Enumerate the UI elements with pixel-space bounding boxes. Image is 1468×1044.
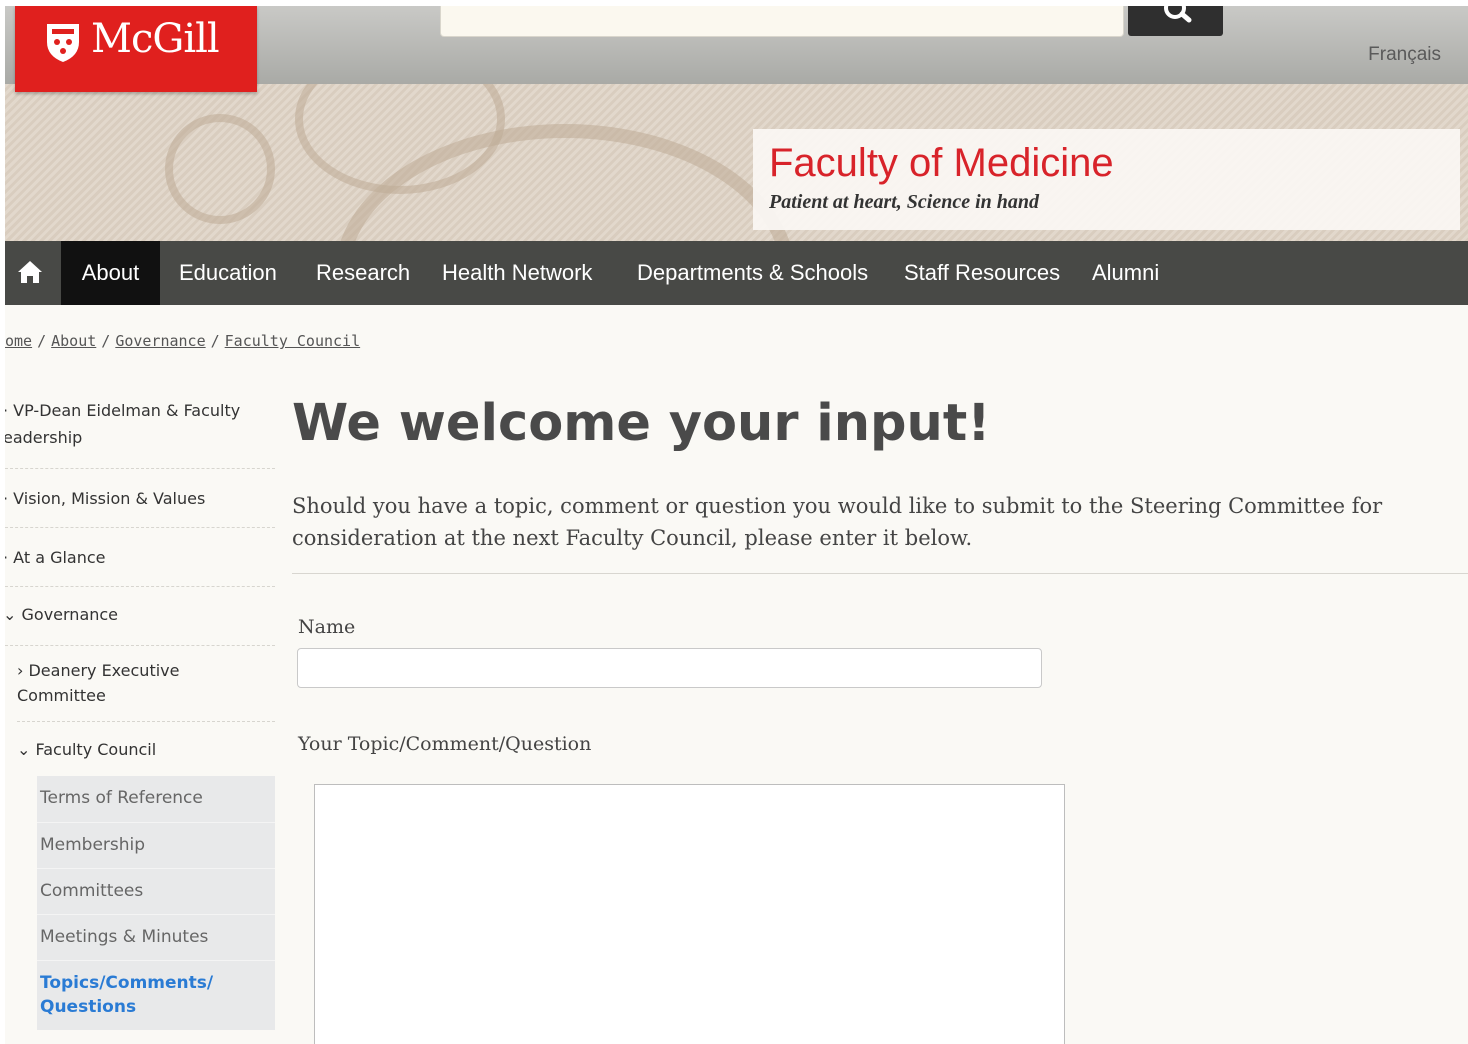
breadcrumb: ome / About / Governance / Faculty Council — [5, 332, 361, 350]
page: Français Faculty of Medicine Patient at … — [5, 6, 1468, 1044]
sidebar-item-label: · At a Glance — [5, 548, 106, 567]
sidebar-item-vp-dean[interactable]: · VP-Dean Eidelman & Faculty eadership — [5, 396, 275, 469]
sidebar-item-vision[interactable]: · Vision, Mission & Values — [5, 469, 275, 528]
search-icon — [1164, 6, 1192, 23]
topic-label: Your Topic/Comment/Question — [298, 733, 592, 755]
nav-item-research[interactable]: Research — [316, 241, 410, 305]
faculty-header-box: Faculty of Medicine Patient at heart, Sc… — [753, 129, 1460, 230]
nav-item-education[interactable]: Education — [179, 241, 277, 305]
nav-item-alumni[interactable]: Alumni — [1092, 241, 1159, 305]
home-icon[interactable] — [17, 260, 43, 284]
sidebar-item-at-a-glance[interactable]: · At a Glance — [5, 528, 275, 587]
faculty-title[interactable]: Faculty of Medicine — [769, 141, 1114, 186]
intro-text: Should you have a topic, comment or ques… — [292, 494, 1383, 550]
sidebar-subitem-meetings[interactable]: Meetings & Minutes — [40, 927, 208, 947]
breadcrumb-about[interactable]: About — [51, 332, 96, 350]
sidebar-item-label: ⌄ Faculty Council — [17, 740, 157, 759]
sidebar-subnav: Terms of Reference Membership Committees… — [37, 776, 275, 1030]
divider — [37, 914, 275, 915]
crest-watermark — [165, 114, 275, 224]
search-input[interactable] — [440, 6, 1124, 37]
language-link[interactable]: Français — [1368, 44, 1441, 66]
sidebar-item-governance[interactable]: ⌄ Governance — [5, 587, 275, 646]
sidebar-item-label: · Vision, Mission & Values — [5, 489, 206, 508]
divider — [37, 822, 275, 823]
sidebar-item-label-cont: Committee — [17, 686, 106, 705]
breadcrumb-governance[interactable]: Governance — [115, 332, 205, 350]
divider — [292, 573, 1468, 574]
main-nav: About Education Research Health Network … — [5, 241, 1468, 305]
divider — [37, 868, 275, 869]
topic-textarea[interactable] — [314, 784, 1065, 1044]
sidebar-subitem-membership[interactable]: Membership — [40, 835, 145, 855]
nav-item-staff-resources[interactable]: Staff Resources — [904, 241, 1060, 305]
sidebar-subitem-topics-cont[interactable]: Questions — [40, 997, 136, 1017]
breadcrumb-faculty-council[interactable]: Faculty Council — [225, 332, 360, 350]
sidebar-subitem-committees[interactable]: Committees — [40, 881, 143, 901]
name-label: Name — [298, 616, 356, 638]
search-button[interactable] — [1128, 6, 1223, 36]
nav-item-health-network[interactable]: Health Network — [442, 241, 592, 305]
nav-item-departments-schools[interactable]: Departments & Schools — [637, 241, 868, 305]
shield-icon — [47, 24, 79, 62]
breadcrumb-home[interactable]: ome — [5, 332, 32, 350]
faculty-tagline: Patient at heart, Science in hand — [769, 191, 1040, 213]
name-field[interactable] — [297, 648, 1042, 688]
nav-item-about[interactable]: About — [61, 241, 160, 305]
sidebar-item-label: › Deanery Executive — [17, 661, 180, 680]
sidebar-item-label: · VP-Dean Eidelman & Faculty — [5, 401, 241, 420]
banner: Faculty of Medicine Patient at heart, Sc… — [5, 84, 1468, 241]
divider — [37, 960, 275, 961]
sidebar-subitem-terms[interactable]: Terms of Reference — [40, 788, 203, 808]
sidebar-item-deanery-executive[interactable]: › Deanery Executive Committee — [17, 646, 275, 722]
page-title: We welcome your input! — [292, 394, 991, 453]
mcgill-logo[interactable]: McGill — [15, 6, 257, 92]
sidebar-item-faculty-council[interactable]: ⌄ Faculty Council — [17, 722, 275, 776]
logo-text: McGill — [91, 16, 220, 62]
sidebar-item-label-cont: eadership — [5, 428, 83, 447]
sidebar-subitem-topics[interactable]: Topics/Comments/ — [40, 973, 213, 993]
sidebar-item-label: ⌄ Governance — [5, 605, 119, 624]
